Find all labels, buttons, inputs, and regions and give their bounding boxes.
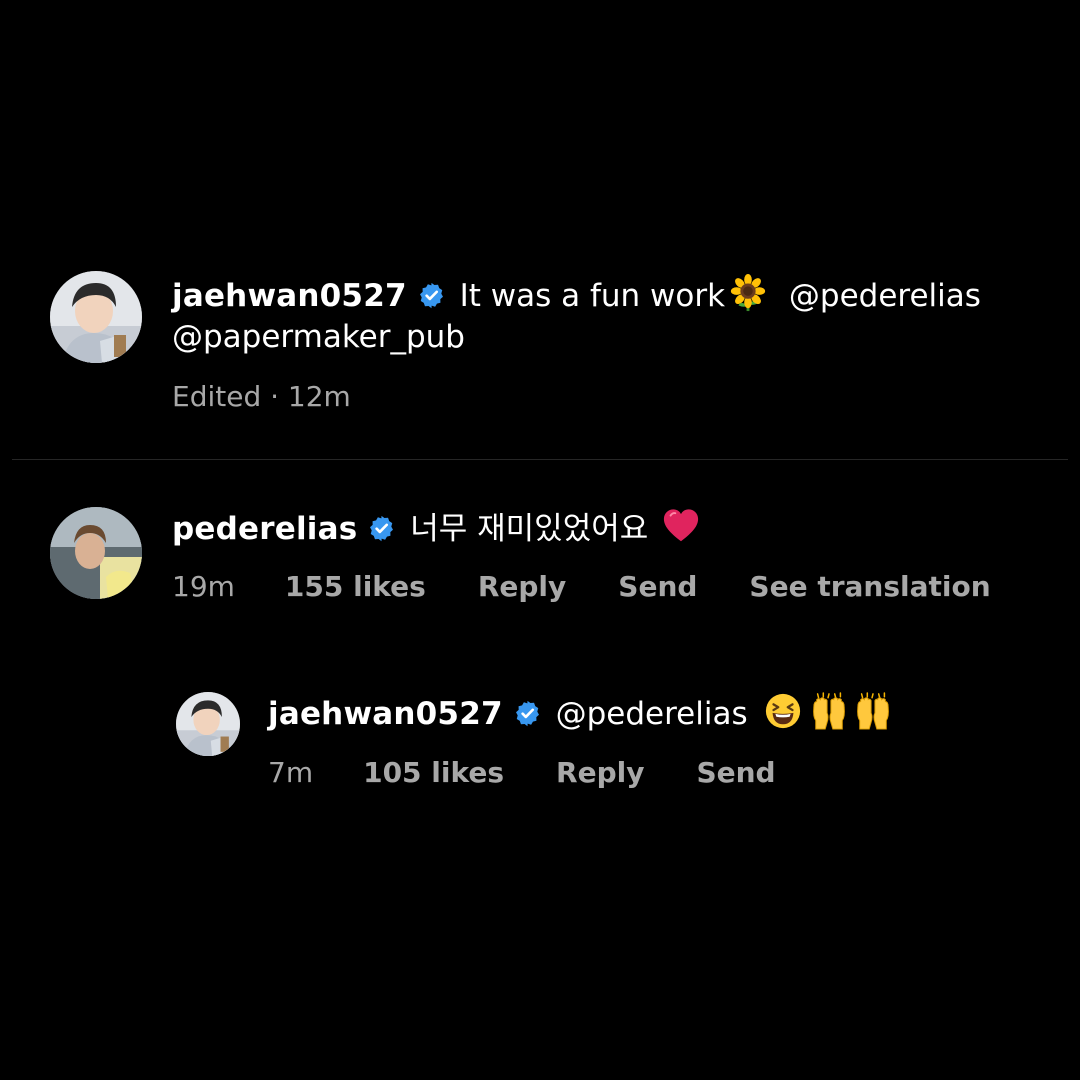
verified-badge-icon — [513, 699, 542, 728]
verified-badge-icon — [417, 281, 446, 310]
comment-username[interactable]: pederelias — [172, 511, 357, 547]
reply-button[interactable]: Reply — [478, 569, 566, 605]
edited-timestamp: Edited · 12m — [172, 380, 351, 413]
see-translation-button[interactable]: See translation — [749, 569, 990, 605]
comment-1-line-2: @papermaker_pub — [172, 317, 465, 357]
likes-count[interactable]: 105 likes — [363, 755, 504, 791]
profile-photo — [50, 271, 142, 363]
mention-link[interactable]: @papermaker_pub — [172, 319, 465, 355]
reply-button[interactable]: Reply — [556, 755, 644, 791]
avatar-jaehwan0527[interactable] — [50, 271, 142, 363]
comment-3-line-1: jaehwan0527 @pederelias — [268, 692, 892, 734]
red-heart-emoji-icon — [662, 507, 700, 545]
comment-1-line-1: jaehwan0527 It was a fun work @pederelia… — [172, 274, 981, 316]
raising-hands-emoji-icon — [854, 692, 892, 730]
comment-text: It was a fun work — [459, 278, 726, 314]
comment-2-meta: 19m 155 likes Reply Send See translation — [172, 569, 991, 605]
comment-2-line-1: pederelias 너무 재미있었어요 — [172, 507, 700, 549]
comment-username[interactable]: jaehwan0527 — [172, 278, 407, 314]
avatar-jaehwan0527-reply[interactable] — [176, 692, 240, 756]
sunflower-emoji-icon — [729, 274, 767, 312]
verified-badge-icon — [367, 514, 396, 543]
profile-photo — [50, 507, 142, 599]
avatar-pederelias[interactable] — [50, 507, 142, 599]
send-button[interactable]: Send — [618, 569, 697, 605]
divider — [12, 459, 1068, 460]
comment-3-meta: 7m 105 likes Reply Send — [268, 755, 776, 791]
likes-count[interactable]: 155 likes — [285, 569, 426, 605]
profile-photo — [176, 692, 240, 756]
raising-hands-emoji-icon — [810, 692, 848, 730]
grinning-squinting-face-emoji-icon — [764, 692, 802, 730]
send-button[interactable]: Send — [696, 755, 775, 791]
mention-link[interactable]: @pederelias — [789, 278, 981, 314]
comment-username[interactable]: jaehwan0527 — [268, 696, 503, 732]
comment-text: 너무 재미있었어요 — [410, 511, 649, 547]
comment-1-meta: Edited · 12m — [172, 379, 351, 415]
comment-time: 19m — [172, 570, 235, 603]
comment-time: 7m — [268, 756, 314, 789]
mention-link[interactable]: @pederelias — [556, 696, 748, 732]
